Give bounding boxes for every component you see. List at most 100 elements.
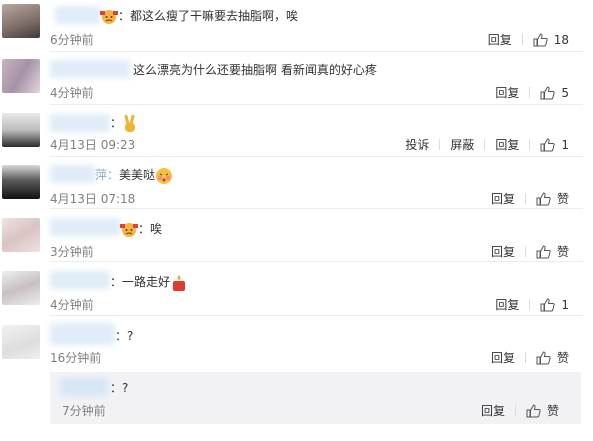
sub-reply: ：? 7分钟前 回复 赞 [50,372,581,424]
avatar[interactable] [2,325,40,359]
candle-icon [173,274,186,291]
like-button[interactable]: 1 [540,298,569,312]
comment-time: 6分钟前 [50,33,94,47]
avatar[interactable] [2,59,40,93]
avatar[interactable] [2,271,40,305]
reply-button[interactable]: 回复 [491,349,515,366]
avatar[interactable] [2,113,40,147]
comment-text: 萍：美美哒 [95,166,173,185]
comment-item: ： 4月13日 09:23 投诉 屏蔽 回复 1 [0,105,593,155]
comment-time: 16分钟前 [50,351,102,365]
comment-body: 一路走好 [122,275,171,289]
thumbs-up-icon [533,32,548,46]
comment-actions: 回复 5 [495,84,569,101]
comment-actions: 投诉 屏蔽 回复 1 [405,136,569,153]
comment-body: 都这么瘦了干嘛要去抽脂啊，唉 [130,9,299,23]
comment-body: 唉 [150,222,163,236]
like-count: 赞 [556,192,569,206]
thumbs-up-icon [526,403,541,417]
reply-button[interactable]: 回复 [481,402,505,419]
like-button[interactable]: 赞 [536,349,569,366]
divider [514,405,516,416]
username-blurred[interactable] [50,114,110,132]
reply-time: 7分钟前 [62,404,106,418]
reply-button[interactable]: 回复 [495,136,519,153]
username-blurred[interactable] [50,60,130,78]
thumbs-up-icon [540,297,556,311]
avatar[interactable] [2,218,40,252]
comment-time: 3分钟前 [50,245,94,259]
reply-prefix: ： [110,381,123,395]
comment-item: ：? 16分钟前 回复 赞 [0,316,593,370]
reply-text: ：? [110,379,128,396]
comment-prefix: ： [115,329,128,343]
comment-prefix: ： [110,275,123,289]
thumbs-up-icon [536,244,551,258]
comment-actions: 回复 1 [495,296,569,313]
comment-time: 4月13日 09:23 [50,138,136,152]
comment-text: ：? [115,327,133,344]
thumbs-up-icon [536,191,551,205]
comment-prefix: ： [110,116,123,130]
divider [524,193,526,204]
victory-hand-icon [124,114,136,132]
username-blurred[interactable] [55,6,100,24]
reply-button[interactable]: 回复 [491,243,515,260]
username-blurred[interactable] [50,271,110,289]
comment-item: 萍：美美哒 4月13日 07:18 回复 赞 [0,157,593,207]
reply-button[interactable]: 回复 [491,190,515,207]
username-blurred[interactable] [60,378,108,396]
reply-button[interactable]: 回复 [495,296,519,313]
username-blurred[interactable] [50,218,120,236]
divider [529,87,531,98]
divider [524,246,526,257]
comment-time: 4月13日 07:18 [50,192,136,206]
like-button[interactable]: 赞 [526,402,559,419]
comment-time: 4分钟前 [50,86,94,100]
like-count: 5 [561,85,569,100]
reply-button[interactable]: 回复 [495,84,519,101]
comment-actions: 回复 赞 [491,349,569,366]
comment-prefix: 萍： [95,168,120,182]
reply-actions: 回复 赞 [481,402,559,419]
like-count: 赞 [546,404,559,418]
comment-text: ：唉 [120,220,162,238]
comment-text: 这么漂亮为什么还要抽脂啊 看新闻真的好心疼 [133,61,377,78]
comment-prefix: ： [118,9,131,23]
like-count: 1 [561,297,569,312]
comment-time: 4分钟前 [50,298,94,312]
like-button[interactable]: 5 [540,86,569,100]
comment-body: 这么漂亮为什么还要抽脂啊 看新闻真的好心疼 [133,63,377,77]
divider [529,139,531,150]
divider [439,139,441,150]
username-blurred[interactable] [50,165,95,183]
reply-button[interactable]: 回复 [488,31,512,48]
sad-face-icon [100,9,118,24]
like-button[interactable]: 1 [540,138,569,152]
block-button[interactable]: 屏蔽 [450,136,474,153]
comment-text: ：都这么瘦了干嘛要去抽脂啊，唉 [100,7,298,25]
comment-item: ：一路走好 4分钟前 回复 1 [0,262,593,314]
comment-body: 美美哒 [119,168,156,182]
like-count: 1 [561,137,569,152]
avatar[interactable] [2,165,40,199]
thumbs-up-icon [540,137,556,151]
thumbs-up-icon [540,85,556,99]
comment-actions: 回复 18 [488,31,569,48]
divider [521,34,523,45]
avatar[interactable] [2,4,40,38]
divider [524,352,526,363]
username-blurred[interactable] [50,323,115,345]
blush-face-icon [156,167,173,184]
comment-actions: 回复 赞 [491,190,569,207]
comment-body: ? [127,329,134,343]
like-button[interactable]: 18 [533,33,569,47]
comment-text: ： [110,114,138,133]
like-button[interactable]: 赞 [536,190,569,207]
comment-item: ：唉 3分钟前 回复 赞 [0,209,593,261]
comment-actions: 回复 赞 [491,243,569,260]
comment-item: 这么漂亮为什么还要抽脂啊 看新闻真的好心疼 4分钟前 回复 5 [0,52,593,104]
report-button[interactable]: 投诉 [405,136,429,153]
like-button[interactable]: 赞 [536,243,569,260]
comment-text: ：一路走好 [110,273,188,292]
